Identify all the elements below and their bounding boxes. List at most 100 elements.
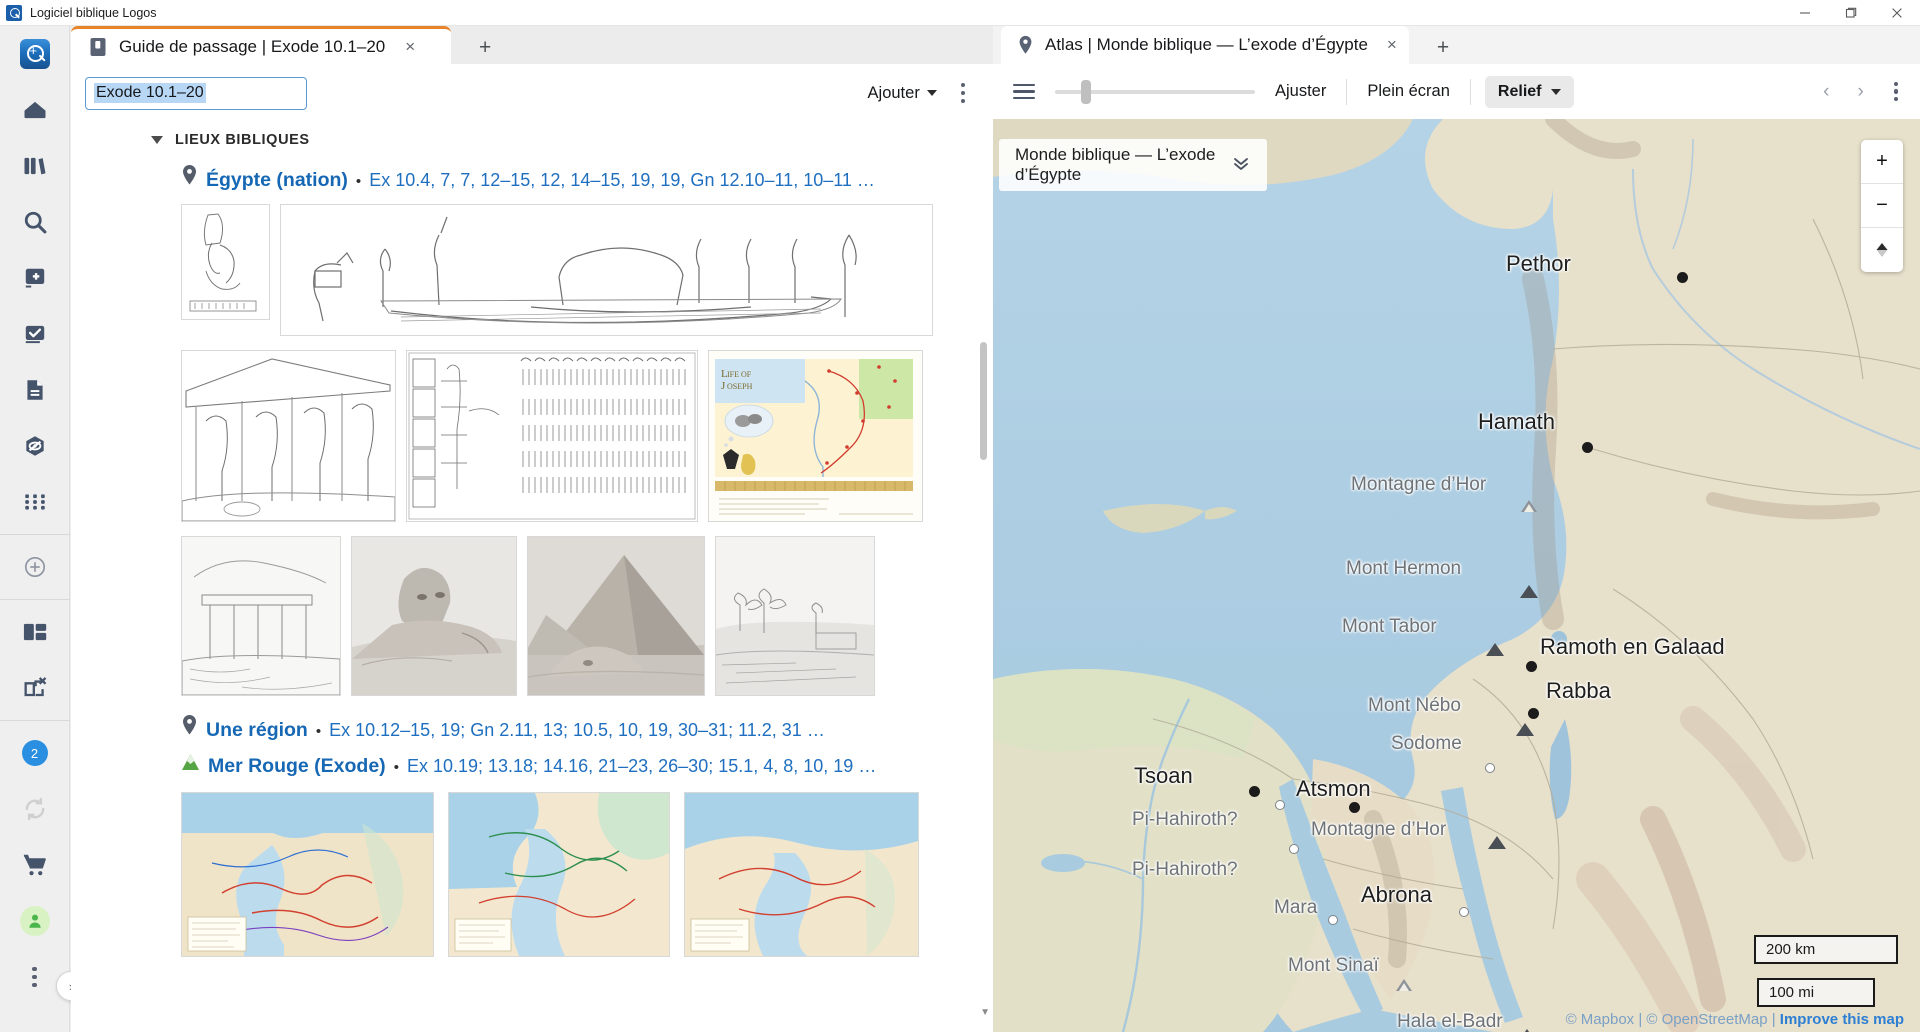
place-references[interactable]: Ex 10.19; 13.18; 14.16, 21–23, 26–30; 15… [407,756,876,777]
map-label-mont-hermon[interactable]: Mont Hermon [1346,558,1461,580]
tab-atlas[interactable]: Atlas | Monde biblique — L’exode d’Égypt… [1001,26,1409,64]
map-label-hamath[interactable]: Hamath [1478,409,1555,435]
forward-button[interactable]: › [1851,79,1869,105]
zoom-in-button[interactable]: + [1861,140,1903,184]
sidebar-item-close-layout[interactable] [0,660,70,716]
sidebar-item-hidden[interactable] [0,418,70,474]
place-name[interactable]: Une région [206,719,308,742]
map-marker-city[interactable] [1249,786,1260,797]
map-label-pi-hahiroth-2[interactable]: Pi-Hahiroth? [1132,859,1238,881]
map-label-mont-nebo[interactable]: Mont Nébo [1368,695,1461,717]
tab-passage-guide[interactable]: Guide de passage | Exode 10.1–20 × [71,26,451,64]
egypt-ruins-thumb[interactable] [181,536,341,696]
egyptian-boat-relief-thumb[interactable] [280,204,933,336]
map-label-sodome[interactable]: Sodome [1391,733,1462,755]
exodus-route-map-thumb-1[interactable] [181,792,434,957]
new-tab-button[interactable]: + [1427,36,1459,64]
back-button[interactable]: ‹ [1817,79,1835,105]
place-references[interactable]: Ex 10.12–15, 19; Gn 2.11, 13; 10.5, 10, … [329,720,825,741]
hamburger-icon[interactable] [1007,80,1041,104]
fit-button[interactable]: Ajuster [1269,82,1332,101]
abu-simbel-thumb[interactable] [181,350,396,522]
map-label-pethor[interactable]: Pethor [1506,251,1571,277]
improve-map-link[interactable]: Improve this map [1780,1011,1904,1028]
minimize-button[interactable] [1782,0,1828,26]
map-label-mara[interactable]: Mara [1274,897,1317,919]
map-marker-mountain-open[interactable] [1396,979,1412,991]
sidebar-item-logos-home[interactable]: + [0,26,70,82]
place-references[interactable]: Ex 10.4, 7, 7, 12–15, 12, 14–15, 19, 19,… [369,170,875,191]
map-marker-site[interactable] [1289,844,1299,854]
map-label-hala-el-badr[interactable]: Hala el-Badr [1397,1011,1503,1032]
fullscreen-button[interactable]: Plein écran [1361,82,1456,101]
map-label-montagne-dhor-north[interactable]: Montagne d’Hor [1351,474,1486,496]
sidebar-item-checklist[interactable] [0,306,70,362]
map-marker-mountain[interactable] [1488,836,1506,849]
map-style-button[interactable]: Relief [1484,75,1574,108]
place-name[interactable]: Égypte (nation) [206,169,348,192]
close-icon[interactable]: × [1387,35,1397,55]
sidebar-item-sync[interactable] [0,781,70,837]
sidebar-item-store[interactable] [0,837,70,893]
sidebar-item-add[interactable] [0,539,70,595]
map-marker-city[interactable] [1582,442,1593,453]
compass-icon[interactable] [1861,228,1903,272]
map-label-mont-tabor[interactable]: Mont Tabor [1342,616,1437,638]
slider-thumb[interactable] [1081,79,1091,104]
sidebar-item-add-note[interactable] [0,250,70,306]
sidebar-item-notifications[interactable]: 2 [0,725,70,781]
vertical-scrollbar[interactable] [980,342,987,460]
map-marker-city[interactable] [1526,661,1537,672]
new-tab-button[interactable]: + [469,36,501,64]
sidebar-item-documents[interactable] [0,362,70,418]
egyptian-procession-thumb[interactable] [406,350,698,522]
map-marker-city[interactable] [1349,802,1360,813]
search-input[interactable]: Exode 10.1–20 [85,76,307,110]
map-label-ramoth-en-galaad[interactable]: Ramoth en Galaad [1540,634,1725,660]
exodus-route-map-thumb-2[interactable] [448,792,670,957]
map-label-mont-sinai[interactable]: Mont Sinaï [1288,955,1379,977]
pyramids-thumb[interactable] [527,536,705,696]
close-button[interactable] [1874,0,1920,26]
panel-menu-button[interactable] [953,79,973,107]
life-of-joseph-map-thumb[interactable]: L IFE OF J OSEPH [708,350,923,522]
map-label-pi-hahiroth-1[interactable]: Pi-Hahiroth? [1132,809,1238,831]
add-button[interactable]: Ajouter [868,84,937,103]
osm-attribution-link[interactable]: © OpenStreetMap [1646,1011,1767,1028]
map-marker-site[interactable] [1275,800,1285,810]
map-marker-site[interactable] [1459,907,1469,917]
red-sea-map-thumb-3[interactable] [684,792,919,957]
place-name[interactable]: Mer Rouge (Exode) [208,755,386,778]
sidebar-item-home[interactable] [0,82,70,138]
map-label-abrona[interactable]: Abrona [1361,882,1432,908]
map-marker-city[interactable] [1677,272,1688,283]
map-marker-site[interactable] [1485,763,1495,773]
map-label-atsmon[interactable]: Atsmon [1296,776,1371,802]
map-title-card[interactable]: Monde biblique — L’exode d’Égypte [999,139,1267,191]
atlas-menu-button[interactable] [1886,78,1906,106]
sidebar-item-library[interactable] [0,138,70,194]
sidebar-item-account[interactable] [0,893,70,949]
map-label-tsoan[interactable]: Tsoan [1134,763,1193,789]
scroll-down-icon[interactable]: ▼ [980,1007,990,1018]
sidebar-item-apps[interactable] [0,474,70,530]
zoom-slider[interactable] [1055,79,1255,104]
map-marker-mountain[interactable] [1520,585,1538,598]
double-chevron-down-icon[interactable] [1231,155,1251,176]
close-icon[interactable]: × [405,37,415,57]
map-marker-mountain[interactable] [1486,643,1504,656]
section-biblical-places[interactable]: LIEUX BIBLIQUES [71,122,993,154]
map-marker-city[interactable] [1528,708,1539,719]
maximize-button[interactable] [1828,0,1874,26]
map-marker-mountain-open[interactable] [1521,500,1537,512]
sidebar-item-layouts[interactable] [0,604,70,660]
zoom-out-button[interactable]: − [1861,184,1903,228]
map-marker-site[interactable] [1328,915,1338,925]
map-marker-mountain[interactable] [1516,723,1534,736]
sidebar-item-search[interactable] [0,194,70,250]
atlas-map[interactable]: Monde biblique — L’exode d’Égypte + − 20… [993,119,1920,1032]
pharaoh-relief-thumb[interactable] [181,204,270,320]
nile-landscape-thumb[interactable] [715,536,875,696]
map-label-montagne-dhor-south[interactable]: Montagne d’Hor [1311,819,1446,841]
mapbox-attribution-link[interactable]: © Mapbox [1566,1011,1635,1028]
